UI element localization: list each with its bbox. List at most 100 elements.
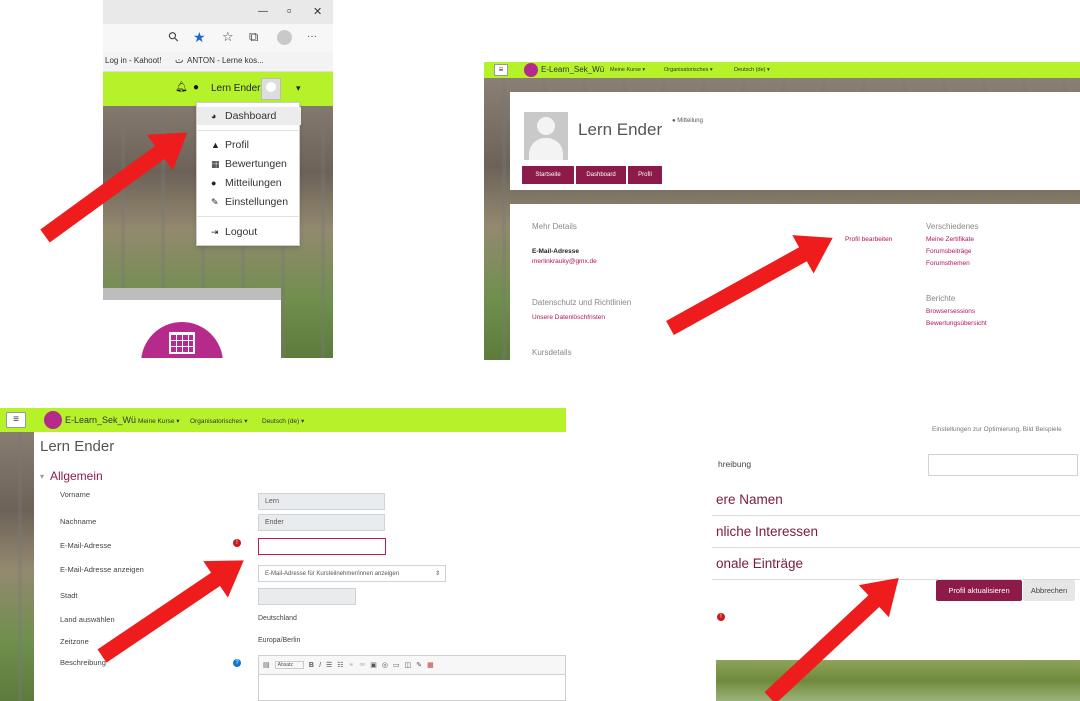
chevron-down-icon[interactable]: ▾: [40, 472, 44, 481]
menu-item-mitteilungen[interactable]: ● Mitteilungen: [197, 174, 301, 192]
minimize-icon[interactable]: —: [258, 6, 268, 17]
bullet-list-icon[interactable]: ☰: [326, 661, 332, 669]
bell-icon[interactable]: 🔔︎: [175, 82, 188, 93]
smile-icon: ت: [175, 55, 184, 65]
media-icon[interactable]: ◎: [382, 661, 388, 669]
format-select[interactable]: Absatz: [274, 661, 304, 669]
label-zeitzone: Zeitzone: [60, 637, 89, 646]
bookmark-kahoot[interactable]: Log in - Kahoot!: [105, 56, 161, 65]
nav-organisatorisches[interactable]: Organisatorisches ▾: [664, 67, 713, 73]
course-details-heading: Kursdetails: [532, 348, 572, 357]
toolbar-toggle-icon[interactable]: ▤: [263, 661, 270, 669]
bold-button[interactable]: B: [309, 662, 314, 669]
required-icon: !: [717, 613, 725, 621]
hamburger-icon[interactable]: ≡: [494, 64, 508, 76]
forum-topics-link[interactable]: Forumsthemen: [926, 260, 970, 267]
breadcrumb-dashboard[interactable]: Dashboard: [576, 166, 626, 184]
select-email-visibility[interactable]: E-Mail-Adresse für Kursteilnehmer/innen …: [258, 565, 446, 582]
maximize-icon[interactable]: ▫: [287, 3, 292, 18]
file-icon[interactable]: ▭: [393, 661, 400, 669]
menu-item-logout[interactable]: ⇥ Logout: [197, 223, 301, 241]
hamburger-icon[interactable]: ≡: [6, 412, 26, 428]
favorites-icon[interactable]: ☆: [222, 29, 234, 45]
unlink-icon[interactable]: ⚮: [359, 661, 365, 669]
user-name[interactable]: Lern Ender: [211, 83, 260, 94]
menu-item-bewertungen[interactable]: ▦ Bewertungen: [197, 155, 301, 173]
edit-profile-link[interactable]: Profil bearbeiten: [845, 236, 892, 243]
breadcrumb-profil[interactable]: Profil: [628, 166, 662, 184]
browser-sessions-link[interactable]: Browsersessions: [926, 308, 975, 315]
site-brand[interactable]: E-Learn_Sek_Wü: [541, 65, 604, 74]
user-icon: ▲: [211, 140, 220, 150]
course-logo-grid-icon: [169, 332, 195, 354]
nav-meine-kurse[interactable]: Meine Kurse ▾: [138, 417, 180, 425]
browser-toolbar: [103, 24, 333, 52]
label-vorname: Vorname: [60, 490, 91, 499]
nav-language[interactable]: Deutsch (de) ▾: [734, 67, 770, 73]
menu-item-einstellungen[interactable]: ✎ Einstellungen: [197, 193, 301, 211]
editor-toolbar: ▤ Absatz B I ☰ ☷ ⚭ ⚮ ▣ ◎ ▭ ◫ ✎ ▦: [258, 655, 566, 675]
nav-organisatorisches[interactable]: Organisatorisches ▾: [190, 417, 247, 425]
breadcrumb-startseite[interactable]: Startseite: [522, 166, 574, 184]
section-weitere-namen[interactable]: ere Namen: [712, 484, 1080, 516]
bookmark-anton[interactable]: ANTON - Lerne kos...: [187, 56, 264, 65]
forum-posts-link[interactable]: Forumsbeiträge: [926, 248, 972, 255]
profile-avatar-head: [537, 117, 555, 135]
nav-language[interactable]: Deutsch (de) ▾: [262, 417, 304, 425]
brand-logo-icon[interactable]: [524, 63, 538, 77]
email-value[interactable]: merlinkrauky@gmx.de: [532, 258, 597, 265]
italic-button[interactable]: I: [319, 662, 321, 669]
chat-icon[interactable]: ●: [193, 82, 199, 93]
help-icon[interactable]: ?: [233, 659, 241, 667]
nav-meine-kurse[interactable]: Meine Kurse ▾: [610, 67, 645, 73]
privacy-link[interactable]: Unsere Datenlöschfristen: [532, 314, 605, 321]
details-card: [510, 204, 1080, 360]
browser-avatar[interactable]: [277, 30, 292, 45]
site-brand[interactable]: E-Learn_Sek_Wü: [65, 415, 136, 425]
menu-item-profil[interactable]: ▲ Profil: [197, 136, 301, 154]
dashboard-icon: ◕: [211, 111, 217, 121]
panel-edit-profile: ≡ E-Learn_Sek_Wü Meine Kurse ▾ Organisat…: [0, 408, 566, 701]
h5p-icon[interactable]: ◫: [405, 661, 412, 669]
input-vorname[interactable]: Lern: [258, 493, 385, 510]
details-heading: Mehr Details: [532, 222, 577, 231]
breadcrumb: Startseite Dashboard Profil: [522, 166, 662, 184]
image-icon[interactable]: ▣: [370, 661, 377, 669]
certificates-link[interactable]: Meine Zertifikate: [926, 236, 974, 243]
editor-content[interactable]: [258, 675, 566, 701]
more-icon[interactable]: ···: [307, 31, 317, 42]
special-icon[interactable]: ▦: [427, 661, 434, 669]
input-nachname[interactable]: Ender: [258, 514, 385, 531]
email-label: E-Mail-Adresse: [532, 248, 579, 255]
misc-heading: Verschiedenes: [926, 222, 979, 231]
label-land: Land auswählen: [60, 615, 115, 624]
brand-logo-icon[interactable]: [44, 411, 62, 429]
section-general[interactable]: Allgemein: [50, 469, 103, 483]
label-email-visibility: E-Mail-Adresse anzeigen: [60, 565, 144, 574]
record-icon[interactable]: ✎: [416, 661, 422, 669]
collections-icon[interactable]: ⧉: [249, 29, 258, 45]
input-partial[interactable]: [928, 454, 1078, 476]
panel-user-menu: — ▫ ✕ ⚲ ★ ☆ ⧉ ··· Log in - Kahoot! ت ANT…: [103, 0, 333, 358]
update-profile-button[interactable]: Profil aktualisieren: [936, 580, 1022, 601]
user-dropdown-menu: ◕ Dashboard ▲ Profil ▦ Bewertungen ● Mitteil…: [196, 102, 301, 246]
table-icon: ▦: [211, 158, 220, 169]
input-stadt[interactable]: [258, 588, 356, 605]
input-email[interactable]: [258, 538, 386, 555]
grades-overview-link[interactable]: Bewertungsübersicht: [926, 320, 987, 327]
star-icon[interactable]: ★: [193, 29, 206, 46]
numbered-list-icon[interactable]: ☷: [337, 661, 343, 669]
cancel-button[interactable]: Abbrechen: [1023, 580, 1075, 601]
panel-form-footer: Einstellungen zur Optimierung, Bild Beis…: [712, 422, 1080, 701]
close-icon[interactable]: ✕: [313, 5, 322, 18]
panel-profile-page: ≡ E-Learn_Sek_Wü Meine Kurse ▾ Organisat…: [484, 62, 1080, 360]
section-interessen[interactable]: nliche Interessen: [712, 516, 1080, 548]
label-beschreibung-partial: hreibung: [718, 459, 752, 469]
message-link[interactable]: ● Mitteilung: [672, 118, 703, 124]
link-icon[interactable]: ⚭: [349, 661, 355, 669]
chevron-down-icon[interactable]: ▾: [296, 83, 301, 94]
value-zeitzone: Europa/Berlin: [258, 637, 301, 644]
menu-item-dashboard[interactable]: ◕ Dashboard: [197, 107, 301, 125]
menu-divider: [197, 130, 299, 131]
label-nachname: Nachname: [60, 517, 97, 526]
